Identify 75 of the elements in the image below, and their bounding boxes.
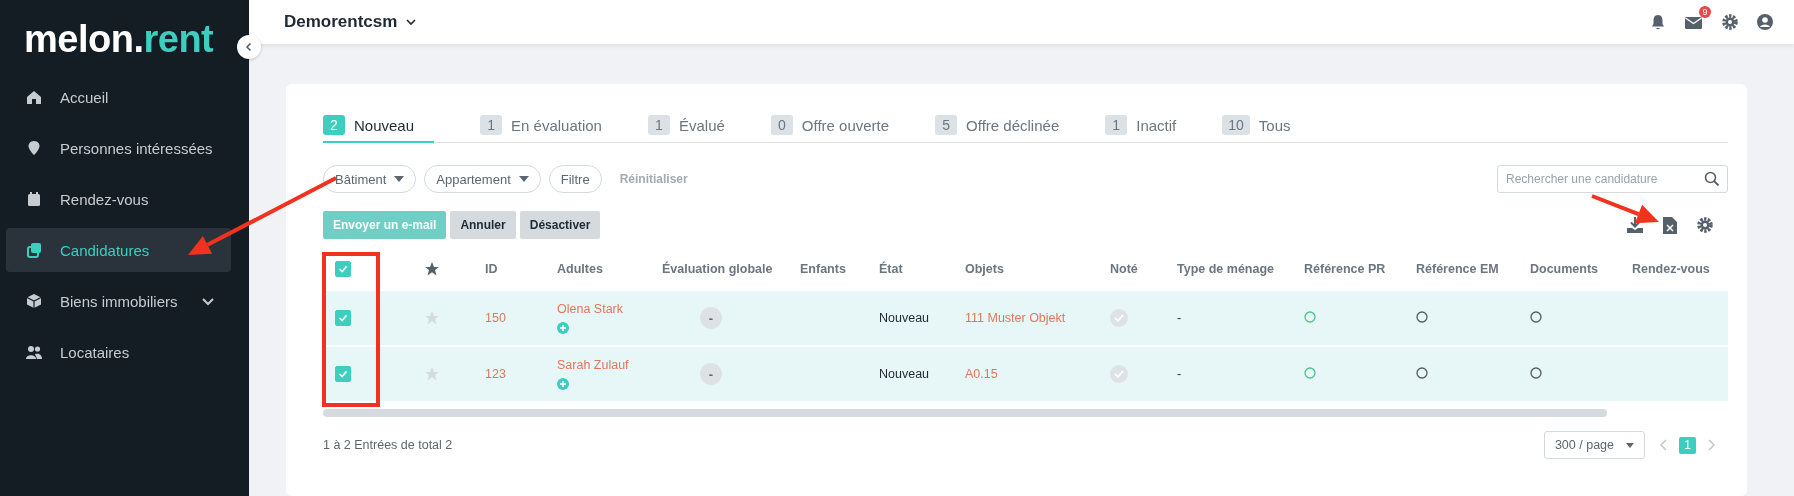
logo: melon.rent — [24, 18, 215, 61]
column-header: ID — [485, 262, 499, 276]
household-text: - — [1177, 367, 1183, 381]
settings-icon[interactable] — [1696, 216, 1714, 234]
search-icon[interactable] — [1704, 171, 1720, 187]
state-text: Nouveau — [879, 367, 931, 381]
object-link[interactable]: A0.15 — [965, 367, 1110, 381]
adult-link[interactable]: Olena Stark — [557, 302, 623, 316]
star-icon[interactable] — [424, 366, 440, 382]
column-header: Objets — [965, 262, 1005, 276]
filter-button[interactable]: Filtre — [548, 165, 602, 193]
notification-badge: 9 — [1699, 6, 1711, 18]
status-tab[interactable]: 1 Inactif — [1105, 115, 1177, 143]
evaluation-badge: - — [700, 307, 722, 329]
state-text: Nouveau — [879, 311, 931, 325]
entries-summary: 1 à 2 Entrées de total 2 — [323, 438, 453, 452]
sidebar-item[interactable]: Accueil — [6, 75, 231, 119]
status-tab[interactable]: 0 Offre ouverte — [770, 115, 890, 143]
scrollbar[interactable] — [323, 409, 1607, 417]
check-icon — [1110, 309, 1128, 327]
sidebar-item[interactable]: Personnes intéressées — [6, 126, 231, 170]
download-icon[interactable] — [1626, 216, 1644, 234]
chevron-icon — [244, 42, 254, 52]
sidebar-item[interactable]: Candidatures — [6, 228, 231, 272]
settings-icon[interactable] — [1721, 13, 1739, 31]
column-header: Adultes — [557, 262, 604, 276]
users-icon — [25, 343, 43, 361]
id-link[interactable]: 150 — [485, 311, 557, 325]
search-field[interactable]: Rechercher une candidature — [1497, 165, 1728, 193]
action-button[interactable]: Annuler — [450, 211, 516, 239]
column-header: État — [879, 262, 904, 276]
status-tab[interactable]: 5 Offre déclinée — [935, 115, 1060, 143]
column-header: Noté — [1110, 262, 1139, 276]
column-header: Enfants — [800, 262, 847, 276]
bell-icon[interactable] — [1649, 13, 1667, 31]
check-icon — [1110, 365, 1128, 383]
object-link[interactable]: 111 Muster Objekt — [965, 311, 1110, 325]
excel-file-icon[interactable] — [1663, 216, 1677, 234]
status-tab[interactable]: 2 Nouveau — [323, 115, 435, 143]
column-header: Référence EM — [1416, 262, 1500, 276]
id-link[interactable]: 123 — [485, 367, 557, 381]
adult-link[interactable]: Sarah Zulauf — [557, 358, 629, 372]
copy-icon — [25, 241, 43, 259]
household-text: - — [1177, 311, 1183, 325]
caret-icon — [394, 176, 405, 182]
column-header: Référence PR — [1304, 262, 1387, 276]
status-tab[interactable]: 1 Évalué — [647, 115, 725, 143]
column-header: Documents — [1530, 262, 1600, 276]
sidebar-item[interactable]: Rendez-vous — [6, 177, 231, 221]
calendar-icon — [25, 190, 43, 208]
workspace-dropdown[interactable]: Demorentcsm — [284, 12, 418, 32]
evaluation-badge: - — [700, 363, 722, 385]
row-checkbox[interactable] — [335, 366, 351, 382]
filter-dropdown[interactable]: Appartement — [424, 165, 541, 193]
sidebar-item[interactable]: Locataires — [6, 330, 231, 374]
page-size-select[interactable]: 300 / page — [1543, 431, 1645, 459]
caret-icon — [518, 176, 529, 182]
annotation-arrow — [1591, 194, 1659, 224]
home-icon — [25, 88, 43, 106]
status-tab[interactable]: 10 Tous — [1222, 115, 1291, 143]
select-all-checkbox[interactable] — [335, 261, 351, 277]
filter-dropdown[interactable]: Bâtiment — [323, 165, 417, 193]
user-icon[interactable] — [1756, 13, 1774, 31]
star-icon[interactable] — [424, 310, 440, 326]
caret-icon — [1626, 442, 1634, 448]
column-header: Évaluation globale — [662, 262, 774, 276]
star-icon — [424, 261, 440, 277]
action-button[interactable]: Désactiver — [519, 211, 601, 239]
column-header: Type de ménage — [1177, 262, 1276, 276]
caret-icon — [405, 16, 418, 28]
box-icon — [25, 292, 43, 310]
row-checkbox[interactable] — [335, 310, 351, 326]
status-tab[interactable]: 1 En évaluation — [480, 115, 602, 143]
column-header: Rendez-vous — [1632, 262, 1711, 276]
sidebar-item[interactable]: Biens immobiliers — [6, 279, 231, 323]
